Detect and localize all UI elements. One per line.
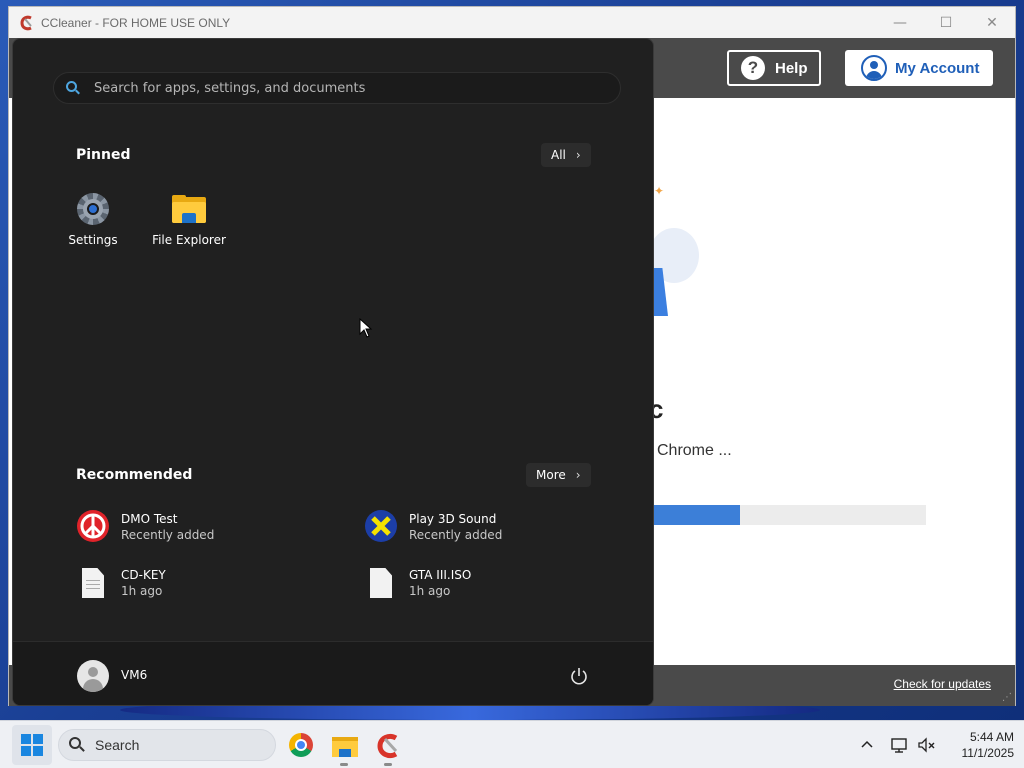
- mouse-cursor-icon: [359, 317, 373, 342]
- recommended-item[interactable]: CD-KEY 1h ago: [77, 563, 337, 603]
- taskbar-search-box[interactable]: Search: [58, 729, 276, 761]
- chevron-right-icon: ›: [575, 148, 581, 162]
- taskbar-app-file-explorer[interactable]: [328, 729, 360, 766]
- recommended-item-subtitle: 1h ago: [409, 584, 451, 598]
- ccleaner-icon: [376, 733, 402, 759]
- pinned-app-label: Settings: [68, 233, 118, 247]
- progress-bar-fill: [649, 505, 741, 525]
- search-placeholder: Search for apps, settings, and documents: [94, 80, 366, 96]
- gear-icon: [77, 193, 109, 225]
- peace-icon: [77, 510, 111, 544]
- document-icon: [77, 566, 111, 600]
- x-app-icon: [365, 510, 399, 544]
- power-icon[interactable]: [569, 666, 589, 686]
- help-button[interactable]: ? Help: [727, 50, 821, 86]
- ccleaner-logo-icon: [19, 15, 35, 31]
- recommended-item[interactable]: DMO Test Recently added: [77, 507, 337, 547]
- start-search-input[interactable]: Search for apps, settings, and documents: [53, 72, 621, 104]
- more-label: More: [536, 468, 566, 482]
- user-name[interactable]: VM6: [121, 668, 147, 682]
- all-apps-button[interactable]: All ›: [541, 143, 591, 167]
- help-icon: ?: [741, 56, 765, 80]
- file-explorer-icon: [332, 735, 358, 757]
- recommended-heading: Recommended: [76, 467, 193, 483]
- recommended-item[interactable]: GTA III.ISO 1h ago: [365, 563, 625, 603]
- show-hidden-icons-chevron-icon[interactable]: [860, 721, 874, 768]
- pinned-app-label: File Explorer: [152, 233, 226, 247]
- help-label: Help: [775, 59, 808, 77]
- recommended-item-name: Play 3D Sound: [409, 512, 497, 526]
- resize-grip-icon[interactable]: ⋰: [1002, 692, 1012, 703]
- running-indicator: [340, 763, 348, 766]
- recommended-item-name: DMO Test: [121, 512, 178, 526]
- folder-icon: [172, 195, 206, 225]
- start-menu: Search for apps, settings, and documents…: [12, 38, 654, 706]
- taskbar-search-label: Search: [95, 737, 140, 753]
- check-for-updates-link[interactable]: Check for updates: [894, 677, 991, 691]
- recommended-item-subtitle: Recently added: [121, 528, 215, 542]
- pinned-app-settings[interactable]: Settings: [45, 189, 141, 259]
- taskbar-app-chrome[interactable]: [285, 729, 317, 761]
- recommended-item-name: GTA III.ISO: [409, 568, 472, 582]
- user-avatar[interactable]: [77, 660, 109, 692]
- close-button[interactable]: ✕: [969, 7, 1015, 38]
- clock-time: 5:44 AM: [969, 730, 1014, 744]
- chevron-right-icon: ›: [575, 468, 581, 482]
- start-button[interactable]: [12, 725, 52, 765]
- clock-date: 11/1/2025: [961, 746, 1015, 760]
- progress-bar: [649, 505, 926, 525]
- volume-muted-icon[interactable]: [916, 735, 936, 755]
- more-button[interactable]: More ›: [526, 463, 591, 487]
- account-icon: [861, 55, 887, 81]
- window-titlebar[interactable]: CCleaner - FOR HOME USE ONLY — ☐ ✕: [9, 7, 1015, 38]
- document-icon: [365, 566, 399, 600]
- pinned-app-file-explorer[interactable]: File Explorer: [141, 189, 237, 259]
- recommended-item-subtitle: 1h ago: [121, 584, 163, 598]
- taskbar: Search 5:44 AM 11/1/2025: [0, 720, 1024, 768]
- sparkle-icon: ✦: [654, 184, 665, 198]
- minimize-button[interactable]: —: [877, 7, 923, 38]
- windows-logo-icon: [21, 734, 43, 756]
- taskbar-clock[interactable]: 5:44 AM 11/1/2025: [942, 729, 1015, 761]
- start-menu-footer: VM6: [13, 641, 653, 705]
- search-icon: [66, 81, 80, 95]
- running-indicator: [384, 763, 392, 766]
- taskbar-app-ccleaner[interactable]: [372, 729, 404, 766]
- cleaning-status-text: Chrome ...: [657, 442, 732, 459]
- window-controls: — ☐ ✕: [877, 7, 1015, 38]
- chrome-icon: [289, 733, 313, 757]
- search-icon: [69, 737, 85, 753]
- window-title: CCleaner - FOR HOME USE ONLY: [41, 15, 231, 30]
- recommended-item[interactable]: Play 3D Sound Recently added: [365, 507, 625, 547]
- network-icon[interactable]: [890, 735, 910, 755]
- recommended-item-subtitle: Recently added: [409, 528, 503, 542]
- my-account-button[interactable]: My Account: [845, 50, 993, 86]
- pinned-heading: Pinned: [76, 147, 131, 163]
- account-label: My Account: [895, 59, 980, 77]
- recommended-item-name: CD-KEY: [121, 568, 166, 582]
- maximize-button[interactable]: ☐: [923, 7, 969, 38]
- all-apps-label: All: [551, 148, 566, 162]
